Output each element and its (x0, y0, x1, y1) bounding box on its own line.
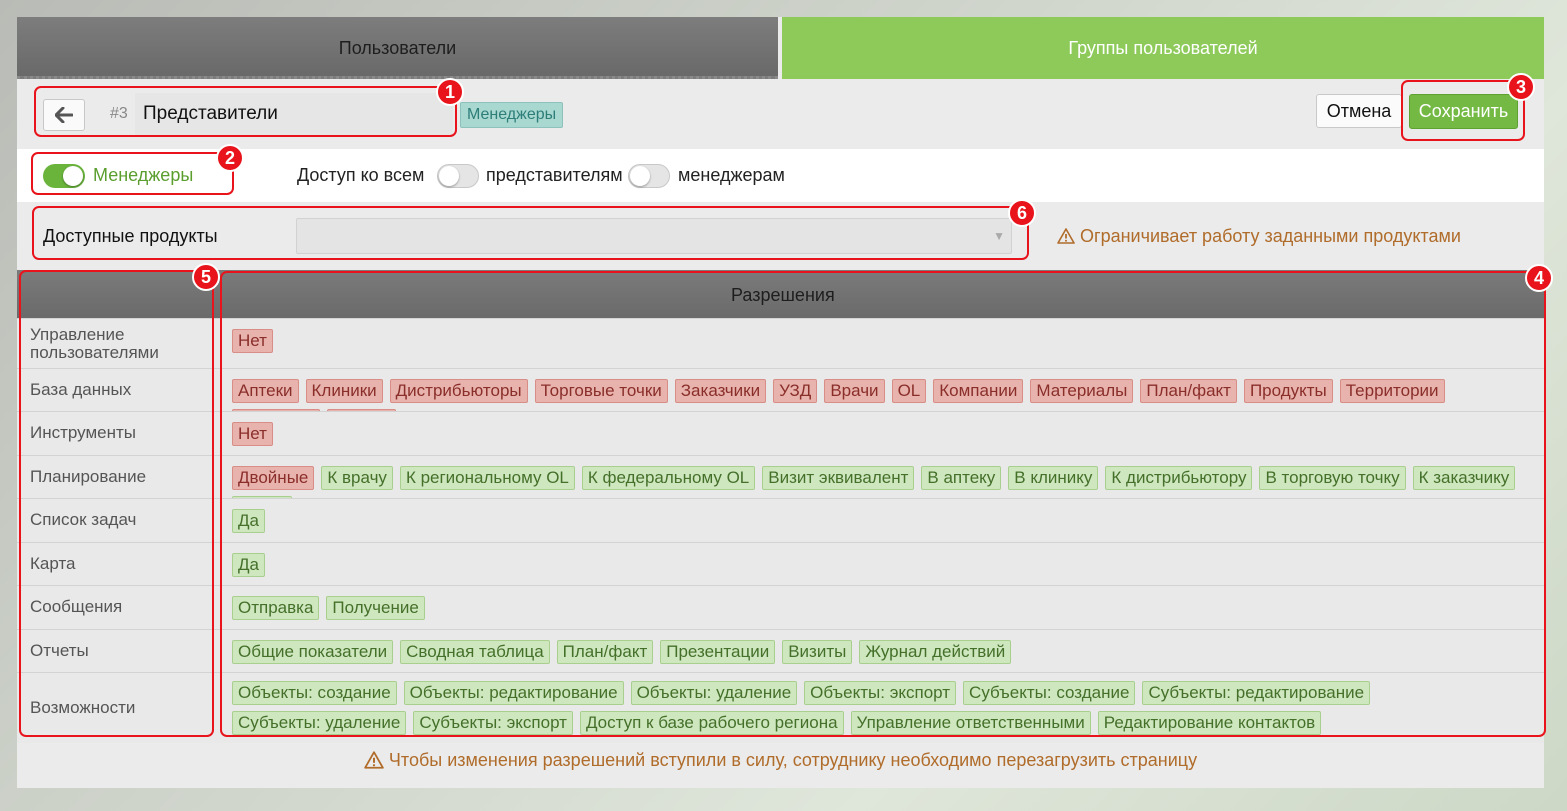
cancel-button[interactable]: Отмена (1316, 94, 1402, 128)
reload-warning: Чтобы изменения разрешений вступили в си… (17, 750, 1544, 771)
annotation-box-2 (31, 152, 234, 195)
role-access-row: Менеджеры Доступ ко всем представителям … (17, 149, 1544, 202)
tab-user-groups[interactable]: Группы пользователей (782, 17, 1544, 79)
annotation-marker-1: 1 (436, 78, 464, 106)
annotation-marker-4: 4 (1525, 264, 1553, 292)
access-managers-toggle[interactable] (628, 164, 670, 188)
access-all-label: Доступ ко всем (297, 165, 425, 185)
products-warning-text: Ограничивает работу заданными продуктами (1080, 226, 1461, 246)
annotation-marker-6: 6 (1008, 199, 1036, 227)
access-representatives-label: представителям (486, 165, 623, 185)
annotation-box-4 (220, 271, 1546, 737)
warning-icon (364, 751, 384, 769)
annotation-marker-2: 2 (216, 144, 244, 172)
warning-icon (1057, 228, 1075, 244)
access-representatives-toggle[interactable] (437, 164, 479, 188)
tab-users[interactable]: Пользователи (17, 17, 778, 79)
access-managers-label: менеджерам (678, 165, 785, 185)
annotation-box-6 (32, 206, 1029, 260)
annotation-marker-5: 5 (192, 263, 220, 291)
tab-bar: Пользователи Группы пользователей (17, 17, 1544, 79)
parent-group-tag: Менеджеры (460, 102, 564, 128)
annotation-box-1 (34, 86, 457, 137)
annotation-marker-3: 3 (1507, 73, 1535, 101)
products-warning: Ограничивает работу заданными продуктами (1057, 226, 1461, 247)
annotation-box-5 (19, 270, 214, 737)
reload-warning-text: Чтобы изменения разрешений вступили в си… (388, 750, 1198, 770)
